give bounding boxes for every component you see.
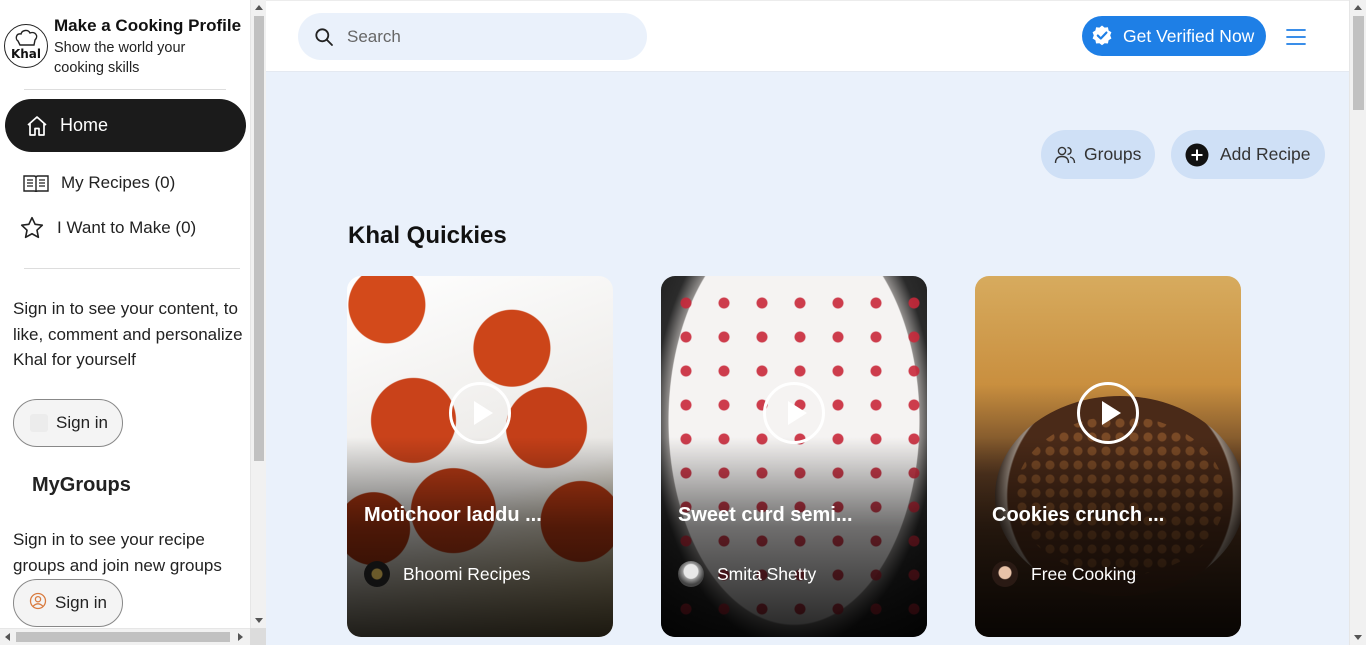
play-icon[interactable]: [1077, 382, 1139, 444]
hamburger-menu-icon[interactable]: [1286, 26, 1306, 48]
signin-button[interactable]: Sign in: [13, 399, 123, 447]
main-content: Get Verified Now Groups Add Recipe Khal …: [266, 0, 1349, 645]
nav-item-want-to-make[interactable]: I Want to Make (0): [18, 213, 196, 243]
groups-signin-button[interactable]: Sign in: [13, 579, 123, 627]
plus-circle-icon: [1185, 143, 1209, 166]
groups-icon: [1054, 146, 1076, 163]
groups-label: Groups: [1084, 144, 1142, 164]
nav-item-my-recipes[interactable]: My Recipes (0): [22, 168, 175, 198]
avatar: [992, 561, 1018, 587]
nav-item-home[interactable]: Home: [5, 99, 246, 152]
author-name: Bhoomi Recipes: [403, 563, 531, 584]
divider: [24, 268, 240, 269]
recipe-author[interactable]: Smita Shetty: [678, 561, 816, 587]
author-name: Smita Shetty: [717, 563, 817, 584]
avatar: [364, 561, 390, 587]
mygroups-heading: MyGroups: [32, 474, 131, 496]
recipe-author[interactable]: Free Cooking: [992, 561, 1136, 587]
card-overlay: [975, 437, 1241, 637]
scrollbar-thumb[interactable]: [16, 632, 230, 642]
add-recipe-button[interactable]: Add Recipe: [1171, 130, 1325, 179]
recipe-author[interactable]: Bhoomi Recipes: [364, 561, 530, 587]
scroll-down-arrow-icon[interactable]: [1354, 635, 1362, 640]
signin-button-label: Sign in: [56, 413, 108, 432]
nav-home-label: Home: [60, 115, 109, 135]
scroll-up-arrow-icon[interactable]: [1354, 5, 1362, 10]
user-icon: [29, 592, 47, 615]
get-verified-label: Get Verified Now: [1123, 25, 1255, 46]
scroll-up-arrow-icon[interactable]: [255, 5, 263, 10]
play-icon[interactable]: [449, 382, 511, 444]
logo-text: Khal: [10, 47, 42, 61]
divider: [24, 89, 226, 90]
recipe-title[interactable]: Cookies crunch ...: [992, 504, 1232, 527]
author-name: Free Cooking: [1031, 563, 1137, 584]
khal-logo[interactable]: Khal: [4, 24, 48, 68]
recipe-card[interactable]: Motichoor laddu ... Bhoomi Recipes: [347, 276, 613, 637]
verified-badge-icon: [1092, 25, 1112, 46]
sidebar: Khal Make a Cooking Profile Show the wor…: [0, 0, 250, 628]
groups-signin-button-label: Sign in: [55, 593, 107, 612]
page-vertical-scrollbar[interactable]: [1349, 0, 1366, 645]
scroll-down-arrow-icon[interactable]: [255, 618, 263, 623]
search-icon: [315, 27, 333, 46]
brand-title[interactable]: Make a Cooking Profile: [54, 16, 241, 36]
sidebar-horizontal-scrollbar[interactable]: [0, 628, 266, 645]
signin-prompt: Sign in to see your content, to like, co…: [13, 299, 243, 369]
brand-header[interactable]: Khal Make a Cooking Profile Show the wor…: [4, 14, 248, 84]
section-title: Khal Quickies: [348, 222, 507, 249]
scrollbar-thumb[interactable]: [1353, 16, 1364, 110]
nav-want-to-make-label: I Want to Make (0): [57, 218, 197, 237]
scroll-right-arrow-icon[interactable]: [238, 633, 243, 641]
recipe-card[interactable]: Sweet curd semi... Smita Shetty: [661, 276, 927, 637]
search-input[interactable]: [347, 26, 627, 47]
scroll-left-arrow-icon[interactable]: [5, 633, 10, 641]
play-icon[interactable]: [763, 382, 825, 444]
recipe-title[interactable]: Motichoor laddu ...: [364, 504, 604, 527]
top-bar: Get Verified Now: [266, 0, 1349, 72]
nav-my-recipes-label: My Recipes (0): [61, 173, 176, 192]
home-icon: [27, 115, 47, 136]
scrollbar-corner: [250, 628, 266, 645]
groups-button[interactable]: Groups: [1041, 130, 1155, 179]
recipe-book-icon: [22, 170, 50, 196]
search-bar[interactable]: [298, 13, 647, 60]
sidebar-vertical-scrollbar[interactable]: [250, 0, 266, 628]
groups-signin-prompt: Sign in to see your recipe groups and jo…: [13, 530, 222, 575]
avatar: [678, 561, 704, 587]
chef-hat-icon: [15, 29, 38, 46]
brand-subtitle: Show the world your cooking skills: [54, 40, 186, 76]
recipe-card[interactable]: Cookies crunch ... Free Cooking: [975, 276, 1241, 637]
card-overlay: [347, 437, 613, 637]
recipe-title[interactable]: Sweet curd semi...: [678, 504, 918, 527]
add-recipe-label: Add Recipe: [1220, 144, 1311, 164]
get-verified-button[interactable]: Get Verified Now: [1082, 16, 1266, 56]
scrollbar-thumb[interactable]: [254, 16, 264, 461]
card-overlay: [661, 437, 927, 637]
star-icon: [18, 215, 46, 241]
google-icon: [30, 414, 48, 432]
